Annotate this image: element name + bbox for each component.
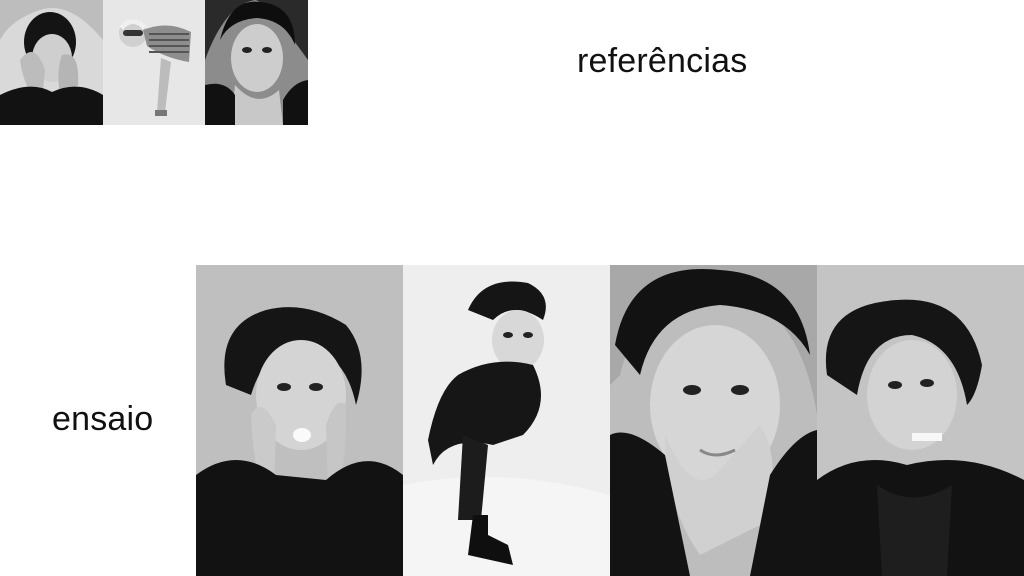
rehearsal-photo-hands-on-cheeks [196,265,403,576]
rehearsal-photo-hands-on-chin [610,265,817,576]
reference-photo-hand-on-chin [205,0,308,125]
rehearsal-title: ensaio [52,400,154,438]
rehearsal-photo-full-body-lean [403,265,610,576]
reference-photo-hands-on-face [0,0,103,125]
reference-photo-leaning-pose [103,0,205,125]
rehearsal-photo-grimace [817,265,1024,576]
references-title: referências [577,42,748,80]
